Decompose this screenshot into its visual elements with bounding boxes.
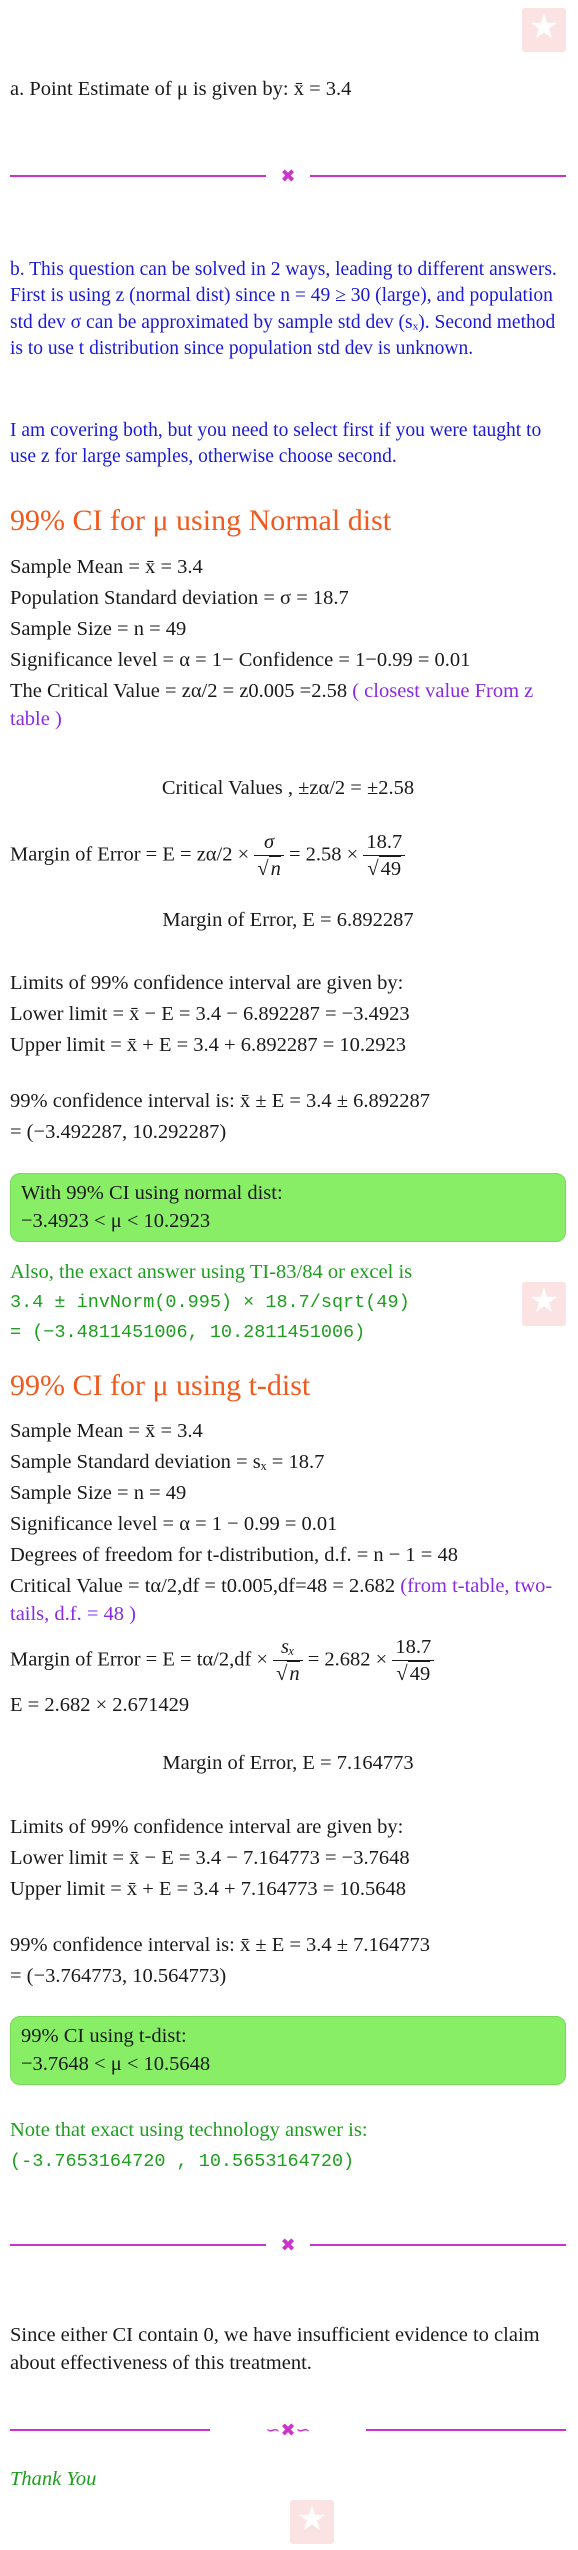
tdist-moe-product: E = 2.682 × 2.671429	[10, 1694, 190, 1716]
normal-moe-lhs: Margin of Error = E = zα/2 ×	[10, 843, 250, 866]
conclusion-text: Since either CI contain 0, we have insuf…	[10, 2324, 540, 2374]
tdist-heading: 99% CI for μ using t-dist	[10, 1369, 311, 1402]
tdist-exact-line-2: (-3.7653164720 , 10.5653164720)	[10, 2151, 355, 2172]
normal-moe-frac1-num: σ	[264, 831, 275, 853]
normal-pop-sd: Population Standard deviation = σ = 18.7	[10, 587, 349, 609]
part-b-note: I am covering both, but you need to sele…	[10, 420, 542, 468]
tdist-ci-line-2: = (−3.764773, 10.564773)	[10, 1965, 227, 1987]
watermark-logo	[522, 8, 566, 52]
tdist-sample-mean: Sample Mean = x̄ = 3.4	[10, 1420, 203, 1442]
normal-moe-fraction-2: 18.7 √49	[363, 830, 406, 881]
section-divider: ∽✖∽	[10, 2418, 566, 2442]
tdist-moe-lhs: Margin of Error = E = tα/2,df ×	[10, 1648, 268, 1671]
normal-result-line-2: −3.4923 < μ < 10.2923	[21, 1209, 211, 1232]
normal-exact-line-3: = (−3.4811451006, 10.2811451006)	[10, 1322, 366, 1343]
thank-you-text: Thank You	[10, 2468, 97, 2490]
tdist-significance: Significance level = α = 1 − 0.99 = 0.01	[10, 1513, 338, 1535]
tdist-exact-line-1: Note that exact using technology answer …	[10, 2119, 368, 2141]
tdist-critical-value-text: Critical Value = tα/2,df = t0.005,df=48 …	[10, 1575, 396, 1597]
normal-significance: Significance level = α = 1− Confidence =…	[10, 649, 471, 671]
tdist-limits-title: Limits of 99% confidence interval are gi…	[10, 1816, 404, 1838]
tdist-result-line-2: −3.7648 < μ < 10.5648	[21, 2052, 211, 2075]
normal-upper-limit: Upper limit = x̄ + E = 3.4 + 6.892287 = …	[10, 1034, 407, 1056]
tdist-result-line-1: 99% CI using t-dist:	[21, 2025, 187, 2047]
normal-moe-frac1-den: n	[268, 855, 281, 880]
normal-critical-value-text: The Critical Value = zα/2 = z0.005 =2.58	[10, 680, 348, 702]
normal-sample-mean: Sample Mean = x̄ = 3.4	[10, 556, 203, 578]
tdist-moe-frac1-num: sₓ	[280, 1636, 295, 1658]
normal-result-line-1: With 99% CI using normal dist:	[21, 1182, 283, 1204]
part-a-statement: a. Point Estimate of μ is given by: x̄ =…	[10, 78, 352, 100]
tdist-degrees-freedom: Degrees of freedom for t-distribution, d…	[10, 1544, 458, 1566]
tdist-moe-fraction-1: sₓ √n	[273, 1635, 303, 1686]
normal-moe-frac2-num: 18.7	[366, 831, 403, 853]
tdist-sample-sd: Sample Standard deviation = sₓ = 18.7	[10, 1451, 325, 1473]
normal-moe-mid: = 2.58 ×	[288, 843, 359, 866]
section-divider: ✖	[10, 164, 566, 188]
normal-critical-values: Critical Values , ±zα/2 = ±2.58	[161, 777, 415, 799]
normal-exact-line-2: 3.4 ± invNorm(0.995) × 18.7/sqrt(49)	[10, 1292, 410, 1313]
normal-moe-frac2-den: 49	[378, 855, 402, 880]
tdist-moe-frac2-den: 49	[407, 1660, 431, 1685]
divider-ornament: ✖	[280, 166, 296, 186]
tdist-moe-fraction-2: 18.7 √49	[392, 1635, 435, 1686]
watermark-logo	[290, 2500, 334, 2544]
tdist-moe-frac2-num: 18.7	[395, 1636, 432, 1658]
normal-critical-value: The Critical Value = zα/2 = z0.005 =2.58…	[10, 678, 566, 733]
tdist-lower-limit: Lower limit = x̄ − E = 3.4 − 7.164773 = …	[10, 1847, 410, 1869]
normal-ci-line-2: = (−3.492287, 10.292287)	[10, 1121, 227, 1143]
tdist-moe-mid: = 2.682 ×	[307, 1648, 388, 1671]
normal-moe-formula: Margin of Error = E = zα/2 × σ √n = 2.58…	[10, 830, 566, 881]
normal-sample-size: Sample Size = n = 49	[10, 618, 187, 640]
normal-limits-title: Limits of 99% confidence interval are gi…	[10, 972, 404, 994]
tdist-result-box: 99% CI using t-dist: −3.7648 < μ < 10.56…	[10, 2016, 566, 2086]
tdist-upper-limit: Upper limit = x̄ + E = 3.4 + 7.164773 = …	[10, 1878, 407, 1900]
normal-ci-line-1: 99% confidence interval is: x̄ ± E = 3.4…	[10, 1090, 431, 1112]
tdist-ci-line-1: 99% confidence interval is: x̄ ± E = 3.4…	[10, 1934, 431, 1956]
tdist-critical-value: Critical Value = tα/2,df = t0.005,df=48 …	[10, 1573, 566, 1628]
normal-moe-value: Margin of Error, E = 6.892287	[162, 909, 414, 931]
normal-heading: 99% CI for μ using Normal dist	[10, 504, 392, 537]
part-b-intro: b. This question can be solved in 2 ways…	[10, 259, 557, 359]
tdist-moe-formula: Margin of Error = E = tα/2,df × sₓ √n = …	[10, 1635, 566, 1686]
normal-moe-fraction-1: σ √n	[254, 830, 284, 881]
tdist-sample-size: Sample Size = n = 49	[10, 1482, 187, 1504]
normal-exact-line-1: Also, the exact answer using TI-83/84 or…	[10, 1261, 413, 1283]
tdist-moe-value: Margin of Error, E = 7.164773	[162, 1752, 414, 1774]
tdist-moe-frac1-den: n	[287, 1660, 300, 1685]
divider-ornament: ∽✖∽	[265, 2420, 311, 2440]
normal-result-box: With 99% CI using normal dist: −3.4923 <…	[10, 1173, 566, 1243]
divider-ornament: ✖	[280, 2235, 296, 2255]
section-divider: ✖	[10, 2233, 566, 2257]
normal-lower-limit: Lower limit = x̄ − E = 3.4 − 6.892287 = …	[10, 1003, 410, 1025]
